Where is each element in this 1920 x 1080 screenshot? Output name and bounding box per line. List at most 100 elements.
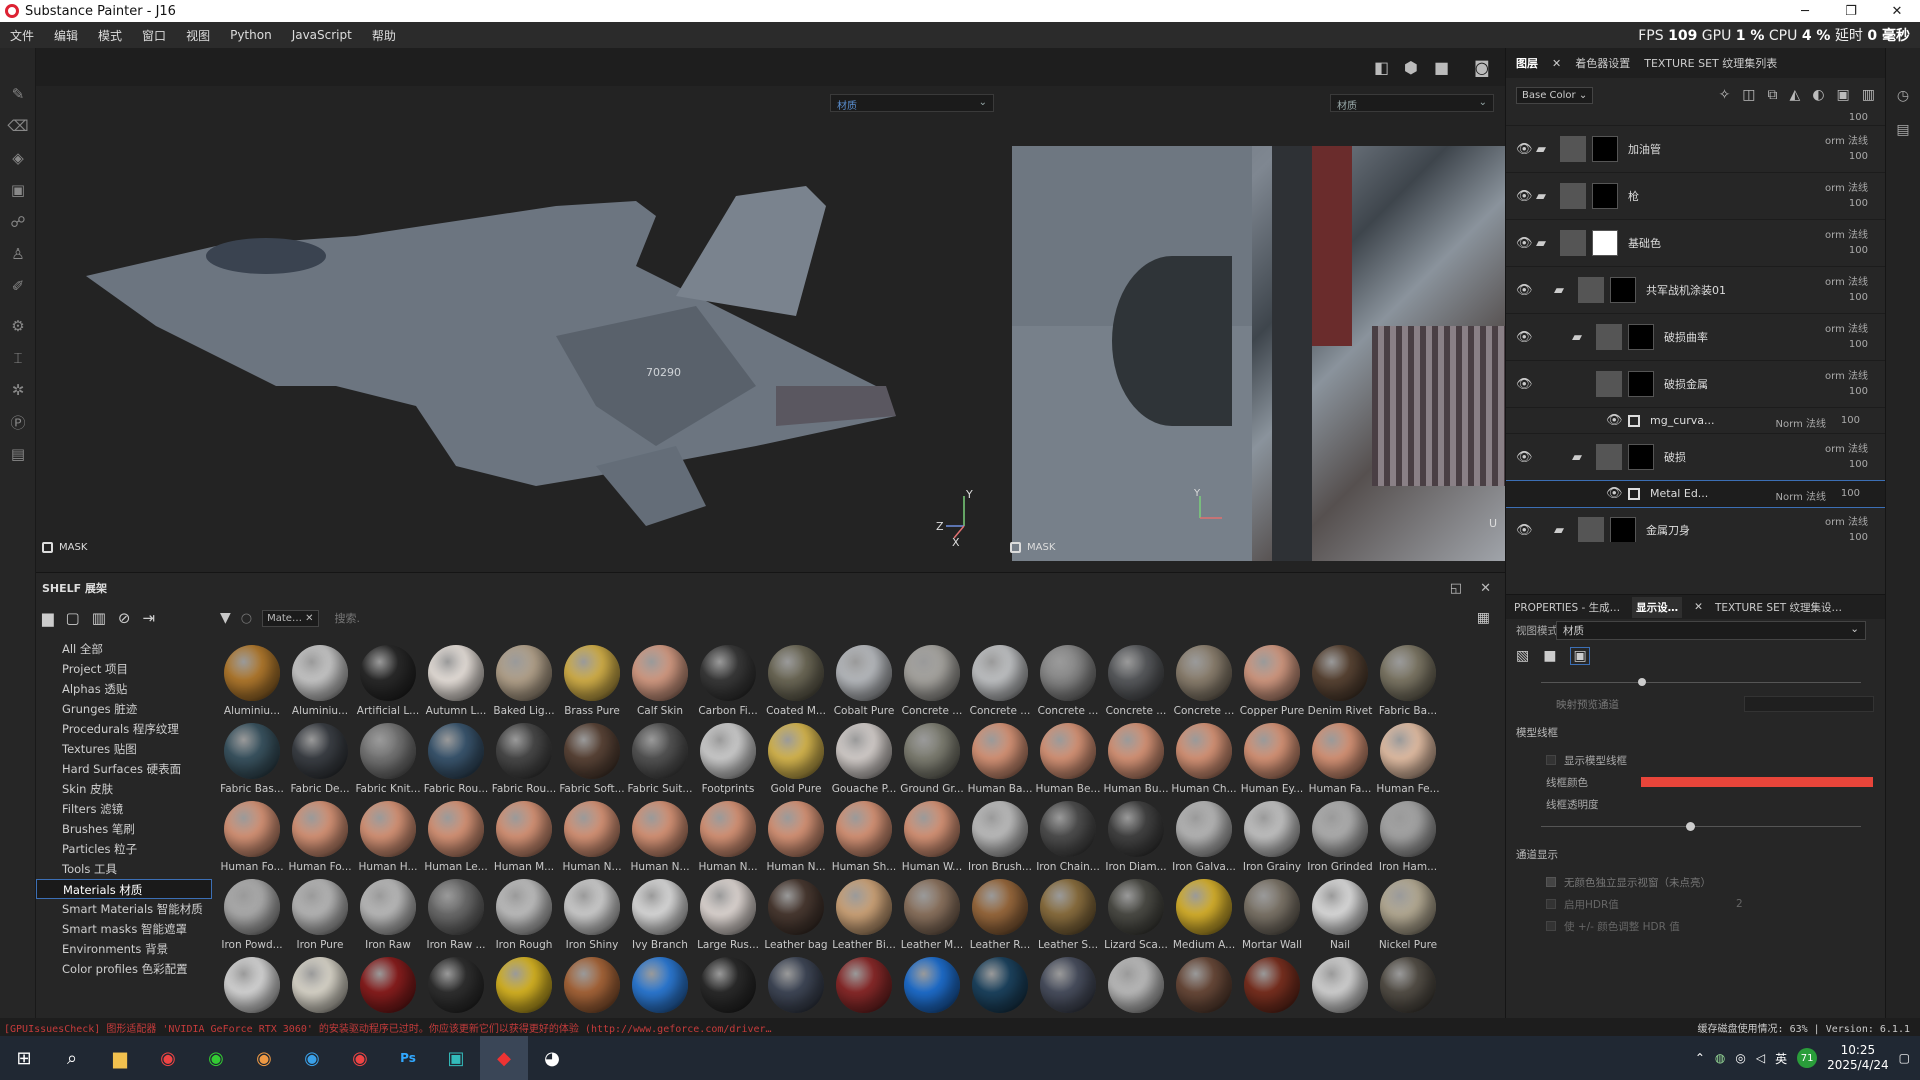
material-item[interactable]: Human H... — [354, 801, 422, 879]
material-item[interactable]: Lizard Sca... — [1102, 879, 1170, 957]
filter-chip[interactable]: Mate… ✕ — [262, 609, 319, 627]
clock[interactable]: 10:25 2025/4/24 — [1827, 1043, 1889, 1073]
material-item[interactable]: Fabric Rou... — [490, 723, 558, 801]
shelf-category[interactable]: Grunges 脏迹 — [36, 699, 212, 719]
mask-thumbnail[interactable] — [1592, 230, 1618, 256]
layer-row[interactable]: 100 — [1506, 112, 1886, 126]
browser-icon[interactable]: ◉ — [144, 1036, 192, 1080]
edge-icon[interactable]: ◉ — [288, 1036, 336, 1080]
wechat-icon[interactable]: ◍ — [1715, 1051, 1725, 1065]
material-item[interactable]: Iron Powd... — [218, 879, 286, 957]
material-item[interactable]: Human Fa... — [1306, 723, 1374, 801]
visibility-eye-icon[interactable]: 👁 — [1516, 523, 1533, 538]
material-item[interactable]: Nail — [1306, 879, 1374, 957]
material-item[interactable]: Human Sh... — [830, 801, 898, 879]
polygon-fill-icon[interactable]: ▣ — [0, 174, 36, 206]
visibility-eye-icon[interactable]: 👁 — [1606, 486, 1623, 501]
grid-view-icon[interactable]: ▦ — [1477, 610, 1490, 626]
folder-icon[interactable]: ▰ — [1572, 330, 1582, 345]
layer-row[interactable]: 👁 ▰ 共军战机涂装01 orm 法线 100 — [1506, 267, 1886, 314]
tab-texture-set-list[interactable]: TEXTURE SET 纹理集列表 — [1644, 55, 1777, 71]
qq-icon[interactable]: ◕ — [528, 1036, 576, 1080]
visibility-eye-icon[interactable]: 👁 — [1516, 377, 1533, 392]
material-item[interactable]: Iron Ham... — [1374, 801, 1442, 879]
tab-texture-set-settings[interactable]: TEXTURE SET 纹理集设… — [1715, 600, 1842, 615]
material-item[interactable]: Concrete ... — [1034, 645, 1102, 723]
material-item[interactable]: Human Ch... — [1170, 723, 1238, 801]
blend-mode[interactable]: orm 法线 — [1825, 367, 1868, 382]
shelf-category[interactable]: Materials 材质 — [36, 879, 212, 899]
menu-help[interactable]: 帮助 — [362, 27, 406, 44]
chrome-icon[interactable]: ◉ — [336, 1036, 384, 1080]
blend-mode[interactable]: orm 法线 — [1825, 226, 1868, 241]
folder-icon[interactable]: ▆ — [42, 609, 54, 627]
shelf-category[interactable]: Environments 背景 — [36, 939, 212, 959]
layer-row[interactable]: 👁 ▰ 枪 orm 法线 100 — [1506, 173, 1886, 220]
mask-thumbnail[interactable] — [1628, 444, 1654, 470]
material-item[interactable]: Aluminiu... — [218, 645, 286, 723]
visibility-eye-icon[interactable]: 👁 — [1516, 189, 1533, 204]
material-item[interactable]: Large Rus... — [694, 879, 762, 957]
shelf-category[interactable]: Procedurals 程序纹理 — [36, 719, 212, 739]
filter-icon[interactable]: ▼ — [220, 610, 231, 626]
material-item[interactable]: Human N... — [694, 801, 762, 879]
measure-icon[interactable]: ⌶ — [0, 342, 36, 374]
blend-mode[interactable]: orm 法线 — [1825, 440, 1868, 455]
material-item[interactable]: Human N... — [558, 801, 626, 879]
trash-icon[interactable]: ▥ — [92, 609, 106, 627]
material-item[interactable]: Cobalt Pure — [830, 645, 898, 723]
visibility-eye-icon[interactable]: 👁 — [1516, 236, 1533, 251]
tab-layers[interactable]: 图层 — [1516, 55, 1538, 71]
shelf-category[interactable]: Smart masks 智能遮罩 — [36, 919, 212, 939]
settings-icon[interactable]: ✲ — [0, 374, 36, 406]
material-item[interactable]: Brass Pure — [558, 645, 626, 723]
material-item[interactable]: Iron Grinded — [1306, 801, 1374, 879]
material-item[interactable]: Leather S... — [1034, 879, 1102, 957]
material-item[interactable]: Human N... — [762, 801, 830, 879]
tab-shader-settings[interactable]: 着色器设置 — [1575, 55, 1630, 71]
material-item[interactable]: Iron Shiny — [558, 879, 626, 957]
mask-toggle-2d[interactable]: MASK — [1010, 542, 1055, 553]
material-item[interactable]: Leather R... — [966, 879, 1034, 957]
shelf-category[interactable]: Alphas 透贴 — [36, 679, 212, 699]
menu-mode[interactable]: 模式 — [88, 27, 132, 44]
tab-close-icon[interactable]: ✕ — [1552, 57, 1561, 70]
network-icon[interactable]: ◎ — [1735, 1051, 1745, 1065]
material-item[interactable]: Iron Pure — [286, 879, 354, 957]
visibility-eye-icon[interactable]: 👁 — [1606, 413, 1623, 428]
float-icon[interactable]: ◱ — [1450, 581, 1462, 596]
refresh-icon[interactable]: ○ — [241, 611, 252, 626]
folder-icon[interactable]: ▰ — [1554, 523, 1564, 538]
blend-mode[interactable]: Norm 法线 — [1776, 488, 1826, 503]
mask-thumbnail[interactable] — [1610, 277, 1636, 303]
material-item[interactable]: Carbon Fi... — [694, 645, 762, 723]
blend-mode[interactable]: orm 法线 — [1825, 320, 1868, 335]
visibility-eye-icon[interactable]: 👁 — [1516, 142, 1533, 157]
add-layer-icon[interactable]: ⧉ — [1768, 87, 1778, 103]
tab-display-settings[interactable]: 显示设… — [1632, 596, 1683, 618]
material-item[interactable]: Nickel Pure — [1374, 879, 1442, 957]
iso-display-checkbox[interactable] — [1546, 877, 1556, 887]
shelf-category[interactable]: Hard Surfaces 硬表面 — [36, 759, 212, 779]
material-item[interactable]: Leather bag — [762, 879, 830, 957]
layer-row[interactable]: 👁 ▰ 破损曲率 orm 法线 100 — [1506, 314, 1886, 361]
view-mode-select[interactable]: 材质 ⌄ — [1556, 620, 1866, 640]
material-item[interactable]: Iron Grainy — [1238, 801, 1306, 879]
layer-opacity[interactable]: 100 — [1849, 292, 1868, 303]
add-effect-icon[interactable]: ✧ — [1719, 87, 1731, 103]
viewport-3d[interactable]: 材质 ⌄ 70290 Y Z X MASK — [36, 86, 1002, 561]
material-item[interactable]: Leather M... — [898, 879, 966, 957]
shelf-category[interactable]: Color profiles 色彩配置 — [36, 959, 212, 979]
import-icon[interactable]: ⇥ — [143, 609, 156, 627]
material-item[interactable]: Fabric Ba... — [1374, 645, 1442, 723]
projection-icon[interactable]: ◈ — [0, 142, 36, 174]
slider-handle[interactable] — [1686, 821, 1695, 831]
export-icon[interactable]: ▤ — [0, 438, 36, 470]
material-item[interactable]: Iron Rough — [490, 879, 558, 957]
tab-close-icon[interactable]: ✕ — [1694, 601, 1703, 613]
viewport-2d[interactable]: 材质 ⌄ Y U MASK — [1004, 86, 1505, 561]
material-item[interactable]: Aluminiu... — [286, 645, 354, 723]
shelf-category[interactable]: Filters 滤镜 — [36, 799, 212, 819]
material-item[interactable]: Human Ey... — [1238, 723, 1306, 801]
layer-opacity[interactable]: 100 — [1849, 245, 1868, 256]
